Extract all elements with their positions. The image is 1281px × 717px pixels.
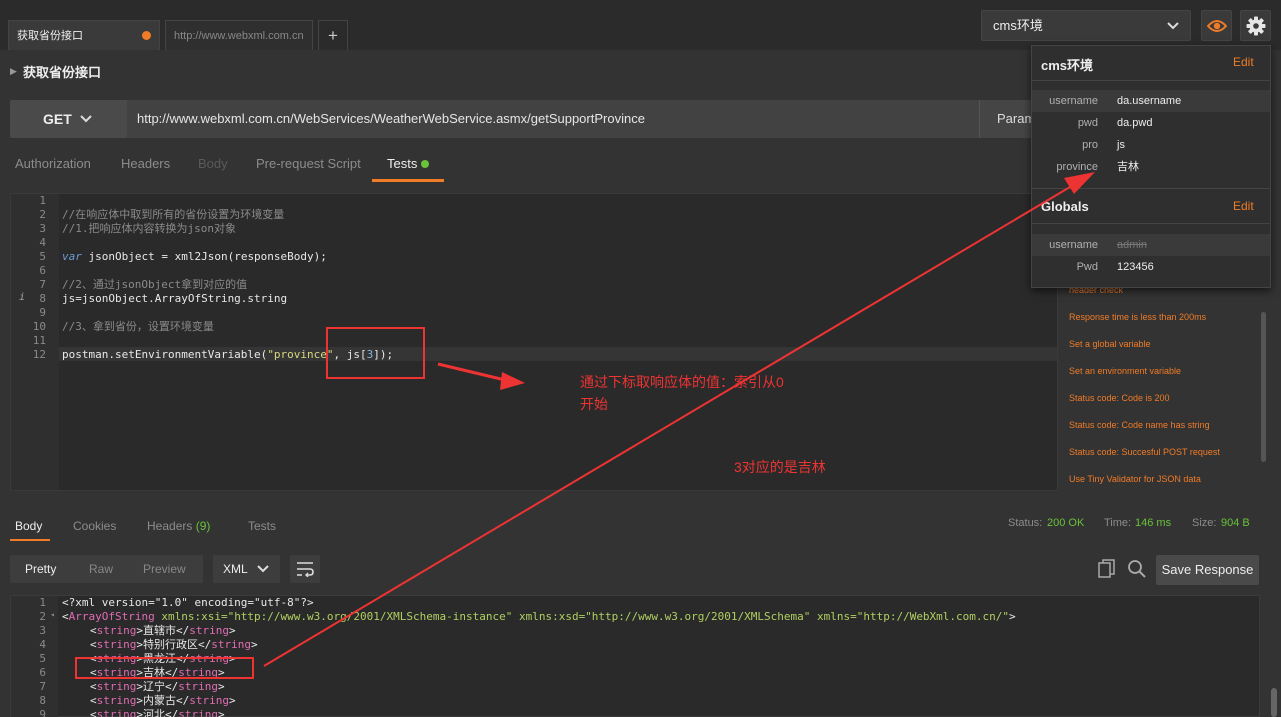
highlight-box-index xyxy=(326,327,425,379)
annotation-overlay xyxy=(75,172,1095,679)
highlight-box-jilin xyxy=(75,657,254,679)
arrow-head xyxy=(500,372,525,390)
arrow-head xyxy=(1064,172,1095,194)
annotation-arrow xyxy=(437,362,506,382)
annotation-note-index: 通过下标取响应体的值：索引从0 xyxy=(580,374,784,390)
annotation-arrow xyxy=(263,186,1071,667)
annotation-note-index-cont: 开始 xyxy=(580,396,608,412)
annotation-note-jilin: 3对应的是吉林 xyxy=(734,459,826,475)
